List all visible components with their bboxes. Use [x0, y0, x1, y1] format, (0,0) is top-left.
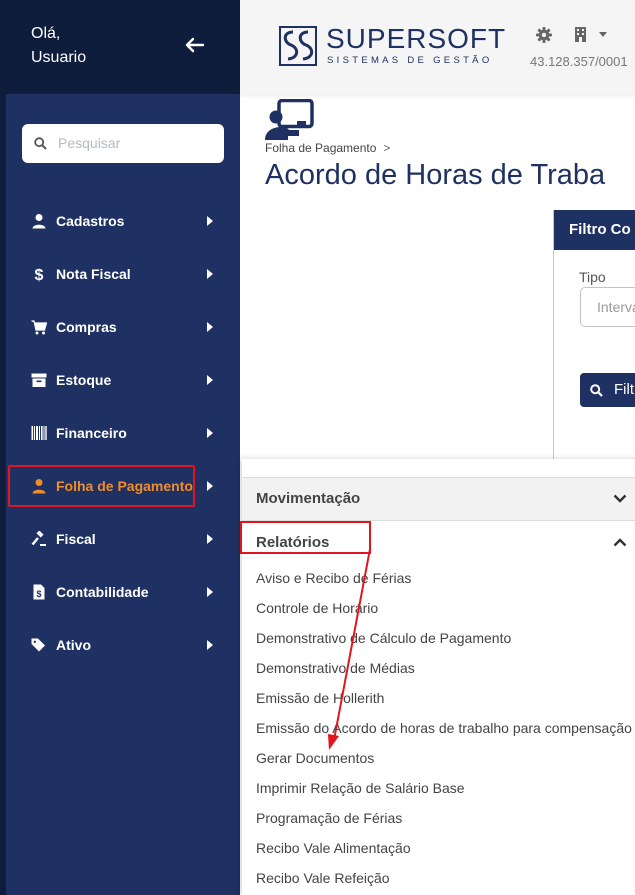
- search-input[interactable]: [58, 132, 208, 154]
- submenu-previous-section: [242, 459, 635, 478]
- sidebar-item-label: Ativo: [56, 637, 91, 653]
- search-icon: [590, 384, 603, 397]
- report-item-recibo-vale-alimentacao[interactable]: Recibo Vale Alimentação: [256, 840, 411, 856]
- submenu-section-movimentacao[interactable]: Movimentação: [242, 478, 635, 521]
- tags-icon: [31, 638, 45, 652]
- sidebar-item-compras[interactable]: Compras: [0, 307, 240, 347]
- breadcrumb-item[interactable]: Folha de Pagamento: [265, 141, 376, 155]
- barcode-icon: [31, 426, 47, 440]
- filter-button[interactable]: Filtr: [580, 373, 635, 407]
- sidebar-item-label: Estoque: [56, 372, 112, 388]
- greeting-line-1: Olá,: [31, 25, 61, 42]
- chevron-up-icon: [613, 538, 627, 547]
- gear-icon[interactable]: [536, 27, 552, 43]
- svg-text:$: $: [36, 589, 41, 599]
- brand-name: SUPERSOFT: [326, 23, 507, 54]
- sidebar-item-cadastros[interactable]: Cadastros: [0, 201, 240, 241]
- sidebar-item-label: Cadastros: [56, 213, 125, 229]
- filter-header: Filtro Co: [554, 210, 635, 250]
- report-item-emissao-acordo-horas[interactable]: Emissão do Acordo de horas de trabalho p…: [256, 720, 632, 736]
- report-item-programacao-ferias[interactable]: Programação de Férias: [256, 810, 402, 826]
- breadcrumb: Folha de Pagamento >: [265, 141, 390, 155]
- sidebar-item-contabilidade[interactable]: $ Contabilidade: [0, 572, 240, 612]
- tipo-select[interactable]: Interva: [580, 287, 635, 327]
- user-greeting-panel: Olá, Usuario: [0, 0, 240, 94]
- breadcrumb-separator: >: [383, 141, 391, 155]
- sidebar-item-financeiro[interactable]: Financeiro: [0, 413, 240, 453]
- caret-right-icon: [207, 375, 213, 385]
- brand-subtitle: SISTEMAS DE GESTÃO: [327, 55, 493, 66]
- caret-right-icon: [207, 269, 213, 279]
- dollar-icon: $: [35, 267, 44, 282]
- sidebar-item-label: Compras: [56, 319, 117, 335]
- sidebar-item-fiscal[interactable]: Fiscal: [0, 519, 240, 559]
- supersoft-logo-icon: [279, 26, 317, 66]
- sidebar-item-ativo[interactable]: Ativo: [0, 625, 240, 665]
- report-item-gerar-documentos[interactable]: Gerar Documentos: [256, 750, 374, 766]
- tipo-select-value: Interva: [597, 299, 635, 315]
- report-item-aviso-recibo-ferias[interactable]: Aviso e Recibo de Férias: [256, 570, 411, 586]
- caret-right-icon: [207, 534, 213, 544]
- caret-right-icon: [207, 428, 213, 438]
- user-icon: [32, 214, 46, 229]
- annotation-highlight-folha: [8, 465, 195, 507]
- annotation-highlight-relatorios: [240, 521, 371, 554]
- filter-panel: Filtro Co Tipo Interva Filtr: [553, 210, 635, 460]
- sidebar-item-estoque[interactable]: Estoque: [0, 360, 240, 400]
- report-item-controle-horario[interactable]: Controle de Horário: [256, 600, 378, 616]
- report-item-relacao-salario-base[interactable]: Imprimir Relação de Salário Base: [256, 780, 465, 796]
- teacher-board-icon: [265, 99, 314, 140]
- report-item-emissao-hollerith[interactable]: Emissão de Hollerith: [256, 690, 384, 706]
- gavel-icon: [31, 531, 46, 546]
- report-item-demonstrativo-medias[interactable]: Demonstrativo de Médias: [256, 660, 415, 676]
- building-icon[interactable]: [573, 26, 589, 42]
- caret-right-icon: [207, 216, 213, 226]
- user-greeting: Olá, Usuario: [31, 22, 86, 70]
- page-title: Acordo de Horas de Traba: [265, 159, 606, 191]
- collapse-sidebar-arrow-icon[interactable]: [183, 33, 207, 57]
- sidebar-item-label: Fiscal: [56, 531, 96, 547]
- company-cnpj: 43.128.357/0001: [530, 54, 628, 69]
- sidebar-item-label: Nota Fiscal: [56, 266, 131, 282]
- filter-button-label: Filtr: [614, 381, 635, 398]
- sidebar-item-label: Financeiro: [56, 425, 127, 441]
- submenu-section-label: Movimentação: [256, 490, 361, 507]
- search-icon: [34, 137, 47, 150]
- cart-icon: [31, 320, 47, 335]
- caret-right-icon: [207, 481, 213, 491]
- caret-right-icon: [207, 322, 213, 332]
- caret-right-icon: [207, 587, 213, 597]
- filter-body: Tipo Interva Filtr: [554, 250, 635, 460]
- greeting-line-2: Usuario: [31, 49, 87, 66]
- report-item-recibo-vale-refeicao[interactable]: Recibo Vale Refeição: [256, 870, 390, 886]
- svg-text:$: $: [35, 267, 44, 282]
- chevron-down-icon: [613, 494, 627, 503]
- archive-box-icon: [31, 373, 47, 387]
- file-dollar-icon: $: [33, 584, 45, 600]
- filter-title: Filtro Co: [569, 221, 631, 238]
- tipo-label: Tipo: [579, 269, 606, 285]
- app-window: Olá, Usuario Cadastros $ Nota Fiscal Com…: [0, 0, 635, 895]
- caret-right-icon: [207, 640, 213, 650]
- sidebar-search[interactable]: [22, 124, 224, 163]
- report-item-demonstrativo-calculo[interactable]: Demonstrativo de Cálculo de Pagamento: [256, 630, 511, 646]
- sidebar-item-nota-fiscal[interactable]: $ Nota Fiscal: [0, 254, 240, 294]
- caret-down-icon[interactable]: [599, 32, 607, 37]
- sidebar-item-label: Contabilidade: [56, 584, 149, 600]
